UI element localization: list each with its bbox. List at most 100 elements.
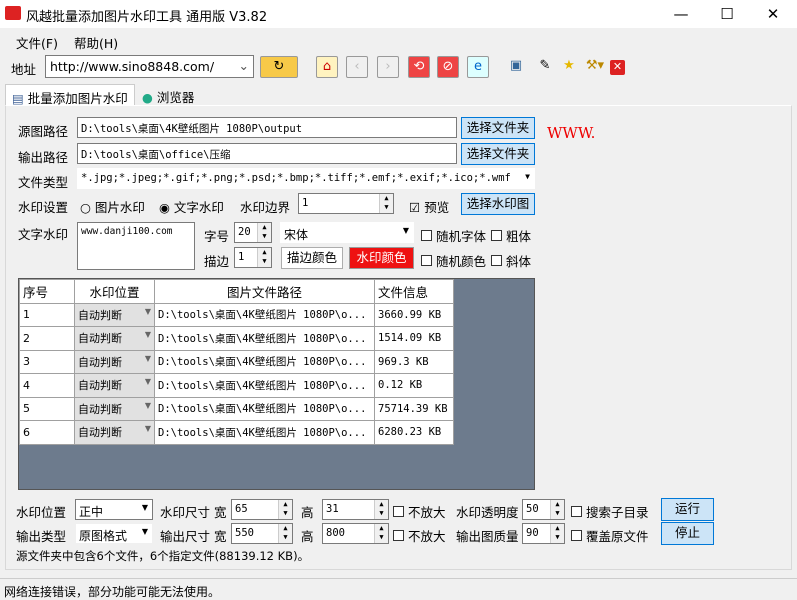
radio-image-watermark[interactable]: ○ 图片水印 — [80, 197, 145, 216]
cell-path[interactable]: D:\tools\桌面\4K壁纸图片 1080P\o... — [154, 349, 375, 374]
cell-info[interactable]: 75714.39 KB — [374, 396, 454, 421]
tab-browser[interactable]: ● 浏览器 — [136, 84, 200, 105]
cell-path[interactable]: D:\tools\桌面\4K壁纸图片 1080P\o... — [154, 420, 375, 445]
cell-info[interactable]: 1514.09 KB — [374, 326, 454, 351]
position-select[interactable]: 正中 ▼ — [75, 499, 153, 520]
italic-checkbox[interactable]: 斜体 — [491, 251, 531, 270]
text-watermark-input[interactable]: www.danji100.com — [77, 222, 195, 270]
back-icon[interactable]: ‹ — [346, 56, 368, 78]
preview-checkbox[interactable]: ☑ 预览 — [409, 197, 449, 216]
wm-height-stepper[interactable]: 31 ▲ ▼ — [322, 499, 389, 520]
output-path-input[interactable]: D:\tools\桌面\office\压缩 — [77, 143, 457, 164]
opacity-stepper[interactable]: 50 ▲ ▼ — [522, 499, 565, 520]
cell-index[interactable]: 6 — [19, 420, 75, 445]
home-icon[interactable]: ⌂ — [316, 56, 338, 78]
reload-icon[interactable]: ⟲ — [408, 56, 430, 78]
chevron-down-icon[interactable]: ⌄ — [239, 58, 249, 73]
cell-info[interactable]: 0.12 KB — [374, 373, 454, 398]
favorites-star-icon[interactable]: ★ — [558, 56, 580, 78]
cell-path[interactable]: D:\tools\桌面\4K壁纸图片 1080P\o... — [154, 373, 375, 398]
cell-info[interactable]: 3660.99 KB — [374, 302, 454, 327]
cell-position-select[interactable]: 自动判断 ▼ — [74, 302, 155, 327]
cell-info[interactable]: 6280.23 KB — [374, 420, 454, 445]
stroke-stepper[interactable]: 1 ▲ ▼ — [234, 247, 272, 268]
table-row[interactable]: 2 自动判断 ▼ D:\tools\桌面\4K壁纸图片 1080P\o... 15… — [19, 326, 454, 351]
random-color-checkbox[interactable]: 随机颜色 — [421, 251, 486, 270]
spin-icon[interactable]: ▲ ▼ — [550, 524, 564, 543]
col-path[interactable]: 图片文件路径 — [154, 279, 375, 304]
cell-index[interactable]: 2 — [19, 326, 75, 351]
font-select[interactable]: 宋体 ▼ — [280, 222, 414, 243]
spin-icon[interactable]: ▲ ▼ — [257, 248, 271, 267]
table-row[interactable]: 5 自动判断 ▼ D:\tools\桌面\4K壁纸图片 1080P\o... 75… — [19, 396, 454, 421]
select-output-folder-button[interactable]: 选择文件夹 — [461, 143, 535, 165]
overwrite-checkbox[interactable]: 覆盖原文件 — [571, 526, 649, 545]
go-icon[interactable]: ↻ — [260, 56, 298, 78]
spin-icon[interactable]: ▲ ▼ — [257, 223, 271, 242]
cell-position-select[interactable]: 自动判断 ▼ — [74, 349, 155, 374]
border-stepper[interactable]: 1 ▲ ▼ — [298, 193, 394, 214]
search-subdir-checkbox[interactable]: 搜索子目录 — [571, 502, 649, 521]
select-watermark-image-button[interactable]: 选择水印图 — [461, 193, 535, 215]
watermark-color-button[interactable]: 水印颜色 — [349, 247, 414, 269]
table-row[interactable]: 1 自动判断 ▼ D:\tools\桌面\4K壁纸图片 1080P\o... 36… — [19, 302, 454, 327]
table-row[interactable]: 6 自动判断 ▼ D:\tools\桌面\4K壁纸图片 1080P\o... 62… — [19, 420, 454, 445]
close-red-icon[interactable]: ✕ — [610, 60, 625, 75]
cell-path[interactable]: D:\tools\桌面\4K壁纸图片 1080P\o... — [154, 326, 375, 351]
address-input[interactable]: http://www.sino8848.com/ ⌄ — [45, 55, 254, 78]
table-row[interactable]: 3 自动判断 ▼ D:\tools\桌面\4K壁纸图片 1080P\o... 96… — [19, 349, 454, 374]
save-icon[interactable]: ▣ — [505, 56, 527, 78]
spin-icon[interactable]: ▲ ▼ — [374, 500, 388, 519]
radio-text-watermark[interactable]: ◉ 文字水印 — [159, 197, 224, 216]
spin-icon[interactable]: ▲ ▼ — [379, 194, 393, 213]
menu-file[interactable]: 文件(F) — [16, 33, 58, 52]
file-type-select[interactable]: *.jpg;*.jpeg;*.gif;*.png;*.psd;*.bmp;*.t… — [77, 168, 535, 189]
random-font-checkbox[interactable]: 随机字体 — [421, 226, 486, 245]
cell-position-select[interactable]: 自动判断 ▼ — [74, 373, 155, 398]
col-info[interactable]: 文件信息 — [374, 279, 454, 304]
cell-path[interactable]: D:\tools\桌面\4K壁纸图片 1080P\o... — [154, 396, 375, 421]
out-height-stepper[interactable]: 800 ▲ ▼ — [322, 523, 389, 544]
cell-index[interactable]: 5 — [19, 396, 75, 421]
stroke-color-button[interactable]: 描边颜色 — [281, 247, 343, 269]
output-type-select[interactable]: 原图格式 ▼ — [75, 523, 153, 544]
cell-position-select[interactable]: 自动判断 ▼ — [74, 326, 155, 351]
tools-icon[interactable]: ✎ — [534, 56, 556, 78]
source-path-input[interactable]: D:\tools\桌面\4K壁纸图片 1080P\output — [77, 117, 457, 138]
cell-index[interactable]: 3 — [19, 349, 75, 374]
cell-path[interactable]: D:\tools\桌面\4K壁纸图片 1080P\o... — [154, 302, 375, 327]
hammer-icon[interactable]: ⚒▾ — [582, 56, 608, 78]
checkbox-icon — [491, 255, 502, 266]
menu-help[interactable]: 帮助(H) — [74, 33, 118, 52]
cell-position-select[interactable]: 自动判断 ▼ — [74, 420, 155, 445]
stop-button[interactable]: 停止 — [661, 522, 714, 545]
close-button[interactable]: ✕ — [750, 0, 796, 28]
maximize-button[interactable]: ☐ — [704, 0, 750, 28]
minimize-button[interactable]: — — [658, 0, 704, 28]
run-button[interactable]: 运行 — [661, 498, 714, 521]
out-width-stepper[interactable]: 550 ▲ ▼ — [231, 523, 293, 544]
ie-icon[interactable]: e — [467, 56, 489, 78]
tab-batch-watermark[interactable]: ▤ 批量添加图片水印 — [5, 84, 135, 106]
table-row[interactable]: 4 自动判断 ▼ D:\tools\桌面\4K壁纸图片 1080P\o... 0.… — [19, 373, 454, 398]
no-enlarge-out-checkbox[interactable]: 不放大 — [393, 526, 446, 545]
wm-width-stepper[interactable]: 65 ▲ ▼ — [231, 499, 293, 520]
cell-position-select[interactable]: 自动判断 ▼ — [74, 396, 155, 421]
bold-checkbox[interactable]: 粗体 — [491, 226, 531, 245]
select-source-folder-button[interactable]: 选择文件夹 — [461, 117, 535, 139]
col-index[interactable]: 序号 — [19, 279, 75, 304]
spin-icon[interactable]: ▲ ▼ — [278, 524, 292, 543]
forward-icon[interactable]: › — [377, 56, 399, 78]
font-size-stepper[interactable]: 20 ▲ ▼ — [234, 222, 272, 243]
stop-icon[interactable]: ⊘ — [437, 56, 459, 78]
spin-icon[interactable]: ▲ ▼ — [550, 500, 564, 519]
quality-stepper[interactable]: 90 ▲ ▼ — [522, 523, 565, 544]
cell-info[interactable]: 969.3 KB — [374, 349, 454, 374]
checkbox-icon — [421, 230, 432, 241]
spin-icon[interactable]: ▲ ▼ — [278, 500, 292, 519]
cell-index[interactable]: 4 — [19, 373, 75, 398]
no-enlarge-wm-checkbox[interactable]: 不放大 — [393, 502, 446, 521]
spin-icon[interactable]: ▲ ▼ — [374, 524, 388, 543]
cell-index[interactable]: 1 — [19, 302, 75, 327]
col-position[interactable]: 水印位置 — [74, 279, 155, 304]
